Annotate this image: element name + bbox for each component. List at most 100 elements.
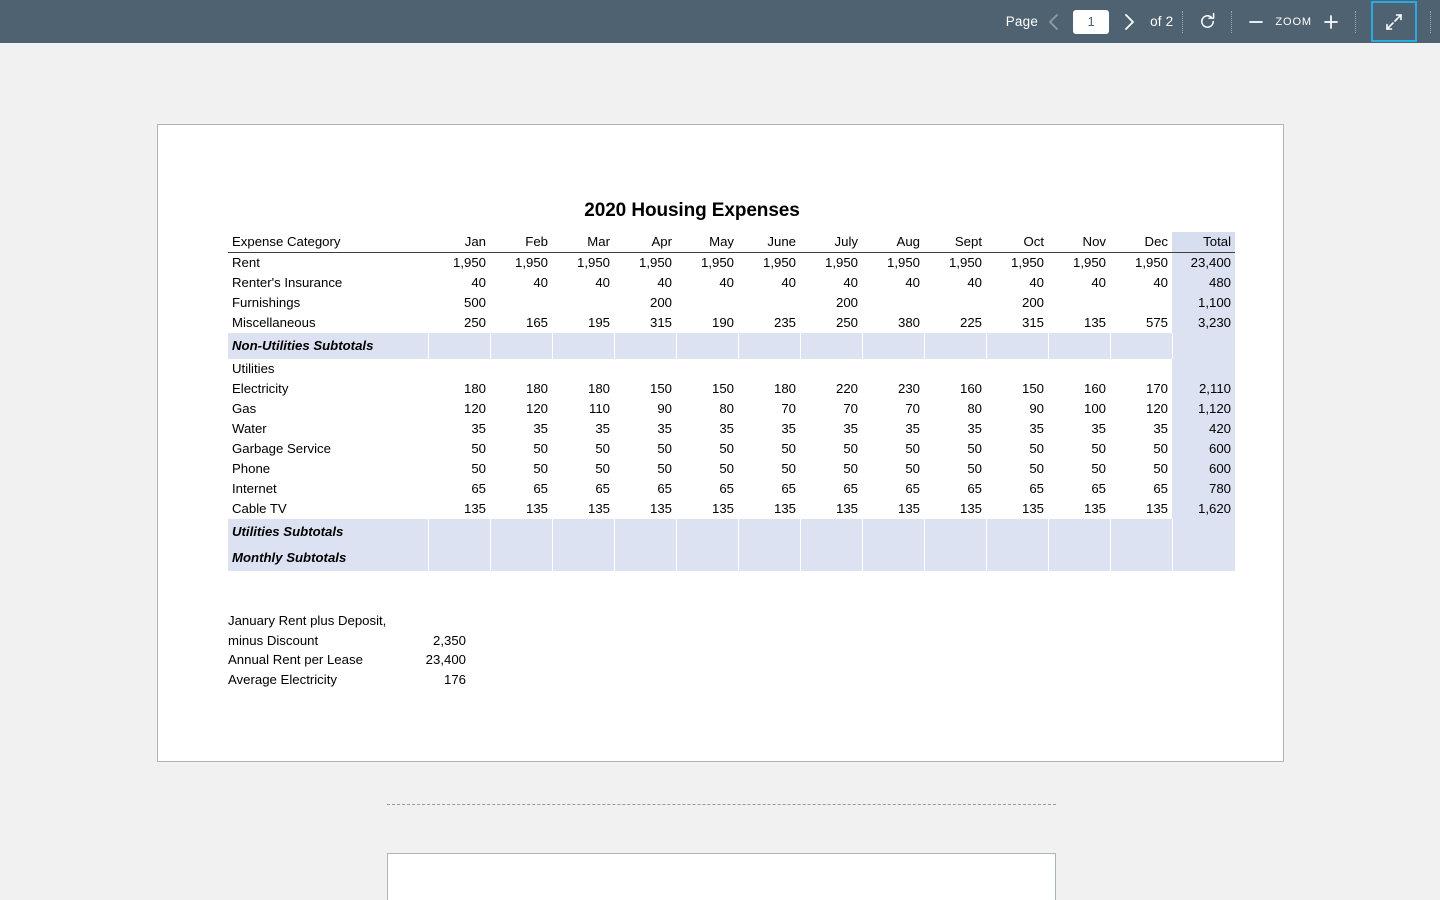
note-value: 176 <box>443 671 466 687</box>
table-cell <box>862 359 924 379</box>
table-cell: 50 <box>471 461 486 476</box>
table-cell: 160 <box>959 381 982 396</box>
fullscreen-exit-icon[interactable] <box>1371 1 1417 42</box>
table-header-row: Expense Category Jan Feb Mar Apr May June July A… <box>228 232 1235 253</box>
table-cell <box>490 333 553 359</box>
table-cell <box>1048 545 1111 571</box>
table-cell: 1,950 <box>824 255 858 270</box>
table-row: Internet 65 65 65 65 65 65 65 65 65 65 65 65 780 <box>228 479 1235 499</box>
column-header-jan: Jan <box>428 232 490 253</box>
note-label: January Rent plus Deposit, <box>228 613 387 628</box>
table-cell: 135 <box>587 501 610 516</box>
table-cell: 150 <box>711 381 734 396</box>
table-cell: 40 <box>781 275 796 290</box>
table-cell <box>738 519 801 545</box>
table-cell: 1,950 <box>1134 255 1168 270</box>
table-cell <box>738 359 800 379</box>
table-cell: 120 <box>463 401 486 416</box>
column-header-dec: Dec <box>1110 232 1172 253</box>
table-cell: 200 <box>1021 295 1044 310</box>
next-page-button[interactable] <box>1114 7 1144 37</box>
column-header-category: Expense Category <box>228 232 428 253</box>
table-cell-total: 1,100 <box>1172 293 1235 313</box>
table-cell: 500 <box>463 295 486 310</box>
table-cell: 230 <box>897 381 920 396</box>
table-cell <box>986 359 1048 379</box>
zoom-out-button[interactable] <box>1241 7 1271 37</box>
column-header-nov: Nov <box>1048 232 1110 253</box>
table-cell: 150 <box>649 381 672 396</box>
table-cell: 120 <box>525 401 548 416</box>
table-cell: 50 <box>657 461 672 476</box>
table-cell-total <box>1172 359 1235 379</box>
table-cell <box>1048 293 1110 313</box>
table-cell: 65 <box>471 481 486 496</box>
table-cell: 50 <box>719 441 734 456</box>
table-cell: 65 <box>533 481 548 496</box>
table-cell <box>800 359 862 379</box>
table-cell: 1,950 <box>948 255 982 270</box>
table-cell: 80 <box>719 401 734 416</box>
prev-page-button[interactable] <box>1038 7 1068 37</box>
expenses-table: Expense Category Jan Feb Mar Apr May June July A… <box>228 232 1235 571</box>
table-cell: 1,950 <box>700 255 734 270</box>
column-header-may: May <box>676 232 738 253</box>
table-cell: 70 <box>781 401 796 416</box>
table-cell <box>862 545 925 571</box>
column-header-feb: Feb <box>490 232 552 253</box>
note-row: Average Electricity 176 <box>228 670 466 690</box>
table-row: Utilities <box>228 359 1235 379</box>
table-cell: 1,950 <box>452 255 486 270</box>
table-cell <box>676 293 738 313</box>
note-row: January Rent plus Deposit, <box>228 611 466 631</box>
zoom-in-button[interactable] <box>1316 7 1346 37</box>
column-header-oct: Oct <box>986 232 1048 253</box>
table-cell: 35 <box>533 421 548 436</box>
note-value <box>408 611 466 631</box>
table-cell: 65 <box>595 481 610 496</box>
rotate-icon[interactable] <box>1192 7 1222 37</box>
table-cell: 1,950 <box>1072 255 1106 270</box>
table-header: Expense Category Jan Feb Mar Apr May June July A… <box>228 232 1235 253</box>
table-cell <box>490 545 553 571</box>
table-cell: 225 <box>959 315 982 330</box>
table-cell: 170 <box>1145 381 1168 396</box>
table-cell <box>428 359 490 379</box>
table-cell: 50 <box>905 461 920 476</box>
table-cell <box>676 519 739 545</box>
table-cell <box>676 545 739 571</box>
table-cell: 135 <box>463 501 486 516</box>
table-cell: 380 <box>897 315 920 330</box>
table-row: Phone 50 50 50 50 50 50 50 50 50 50 50 50 600 <box>228 459 1235 479</box>
table-cell <box>1110 519 1173 545</box>
row-label: Renter's Insurance <box>232 275 343 290</box>
table-cell: 135 <box>525 501 548 516</box>
table-row: Non-Utilities Subtotals <box>228 333 1235 359</box>
table-cell <box>428 545 491 571</box>
table-cell: 220 <box>835 381 858 396</box>
table-cell: 40 <box>719 275 734 290</box>
table-cell: 40 <box>1153 275 1168 290</box>
table-cell <box>1110 359 1172 379</box>
table-cell: 50 <box>1153 461 1168 476</box>
table-cell <box>800 545 863 571</box>
document-viewer[interactable]: 2020 Housing Expenses Expense Category Ja… <box>0 43 1440 900</box>
table-cell: 65 <box>967 481 982 496</box>
table-cell: 65 <box>657 481 672 496</box>
document-page-2 <box>387 853 1056 900</box>
table-cell: 90 <box>657 401 672 416</box>
table-cell: 40 <box>1091 275 1106 290</box>
page-navigation-group: Page of 2 <box>1006 0 1174 43</box>
table-cell: 35 <box>781 421 796 436</box>
page-number-input[interactable] <box>1073 9 1110 34</box>
table-cell: 135 <box>773 501 796 516</box>
table-cell <box>800 333 863 359</box>
table-cell <box>614 359 676 379</box>
table-cell: 135 <box>897 501 920 516</box>
table-cell: 1,950 <box>886 255 920 270</box>
note-row: Annual Rent per Lease 23,400 <box>228 650 466 670</box>
table-cell: 165 <box>525 315 548 330</box>
row-label: Miscellaneous <box>232 315 316 330</box>
row-label: Monthly Subtotals <box>228 545 429 571</box>
note-label: Annual Rent per Lease <box>228 652 363 667</box>
